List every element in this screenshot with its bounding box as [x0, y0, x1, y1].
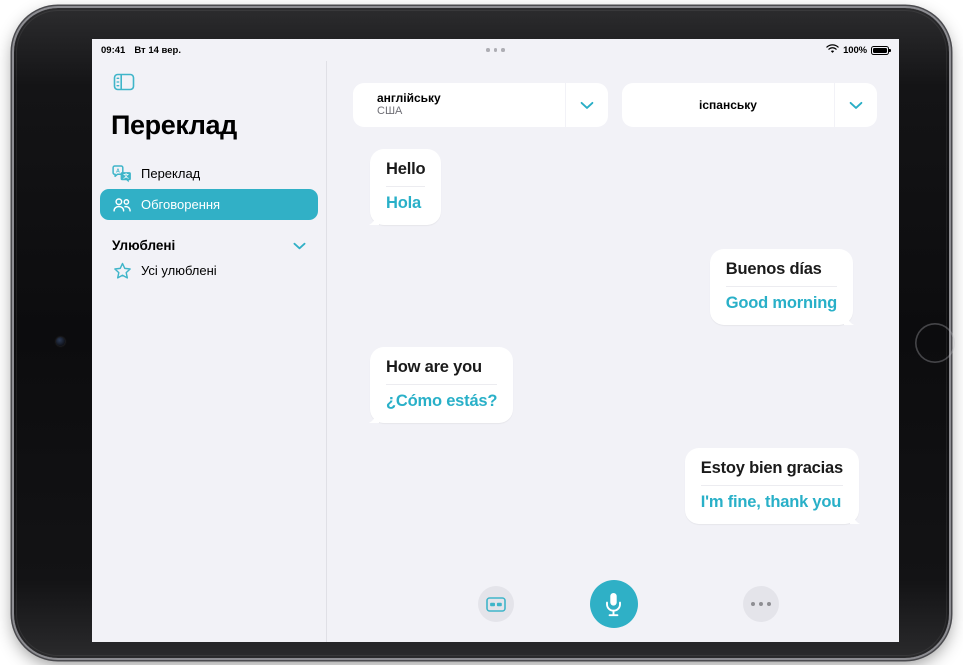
- message-divider: [700, 485, 843, 486]
- more-ellipsis-icon[interactable]: [743, 586, 779, 622]
- sidebar-nav-list: A 文 Переклад Обговорення Улюблені Усі ул…: [100, 158, 318, 286]
- sidebar-item-all-favorites[interactable]: Усі улюблені: [100, 255, 318, 286]
- message-divider: [386, 384, 498, 385]
- conversation-toolbar: [328, 580, 899, 628]
- sidebar-item-label: Усі улюблені: [141, 263, 217, 278]
- target-language-chevron-down-icon[interactable]: [834, 83, 877, 127]
- source-language-name: англійську: [377, 90, 441, 105]
- page-title: Переклад: [111, 110, 237, 140]
- message-bubble[interactable]: Estoy bien gracias I'm fine, thank you: [684, 448, 860, 524]
- battery-percentage: 100%: [843, 44, 867, 56]
- message-translated-text: I'm fine, thank you: [700, 493, 842, 511]
- sidebar-item-label: Обговорення: [141, 197, 221, 212]
- ipad-device-frame: 09:41 Вт 14 вер. 100% Переклад A 文 Перек…: [14, 8, 949, 658]
- chevron-down-icon[interactable]: [293, 238, 306, 253]
- battery-full-icon: [871, 45, 891, 55]
- message-source-text: Hello: [386, 160, 426, 178]
- target-language-name: іспанську: [699, 97, 757, 112]
- face-to-face-card-icon[interactable]: [478, 586, 514, 622]
- message-bubble[interactable]: Buenos días Good morning: [709, 249, 854, 325]
- conversation-panel: англійську США іспанську Hello Hola Buen…: [328, 61, 899, 642]
- home-button[interactable]: [915, 323, 955, 363]
- microphone-icon[interactable]: [589, 580, 638, 628]
- sidebar-toggle-icon[interactable]: [112, 72, 136, 92]
- svg-text:文: 文: [123, 172, 129, 180]
- sidebar-section-favorites[interactable]: Улюблені: [112, 238, 306, 253]
- language-selector-bar: англійську США іспанську: [353, 83, 877, 127]
- message-source-text: Buenos días: [725, 260, 822, 278]
- message-divider: [386, 186, 426, 187]
- source-language-selector[interactable]: англійську США: [353, 83, 608, 127]
- source-language-region: США: [377, 105, 403, 118]
- sidebar-item-translate[interactable]: A 文 Переклад: [100, 158, 318, 189]
- sidebar-section-label: Улюблені: [112, 238, 176, 253]
- sidebar: Переклад A 文 Переклад Обговорення Улюбле…: [92, 61, 327, 642]
- source-language-labels: англійську США: [353, 83, 565, 127]
- multitasking-handle-icon[interactable]: [92, 48, 899, 52]
- message-translated-text: ¿Cómo estás?: [386, 392, 498, 410]
- status-bar: 09:41 Вт 14 вер. 100%: [92, 39, 899, 61]
- star-outline-icon: [112, 261, 132, 281]
- source-language-chevron-down-icon[interactable]: [565, 83, 608, 127]
- message-divider: [725, 286, 837, 287]
- bubble-tail-left: [363, 407, 379, 423]
- sidebar-item-label: Переклад: [141, 166, 201, 181]
- bubble-tail-right: [844, 309, 860, 325]
- message-translated-text: Hola: [386, 194, 421, 212]
- status-bar-right: 100%: [826, 43, 891, 57]
- message-bubble[interactable]: How are you ¿Cómo estás?: [369, 347, 514, 423]
- translate-icon: A 文: [112, 164, 132, 184]
- wifi-icon: [826, 43, 839, 57]
- ipad-screen: 09:41 Вт 14 вер. 100% Переклад A 文 Перек…: [92, 39, 899, 642]
- message-bubble[interactable]: Hello Hola: [369, 149, 442, 225]
- message-source-text: Estoy bien gracias: [700, 459, 843, 477]
- bubble-tail-left: [363, 209, 379, 225]
- front-camera-icon: [56, 337, 65, 346]
- message-source-text: How are you: [386, 358, 482, 376]
- people-conversation-icon: [112, 195, 132, 215]
- sidebar-item-conversation[interactable]: Обговорення: [100, 189, 318, 220]
- svg-text:A: A: [116, 168, 120, 174]
- message-translated-text: Good morning: [725, 294, 837, 312]
- target-language-labels: іспанську: [622, 83, 834, 127]
- bubble-tail-right: [850, 508, 866, 524]
- target-language-selector[interactable]: іспанську: [622, 83, 877, 127]
